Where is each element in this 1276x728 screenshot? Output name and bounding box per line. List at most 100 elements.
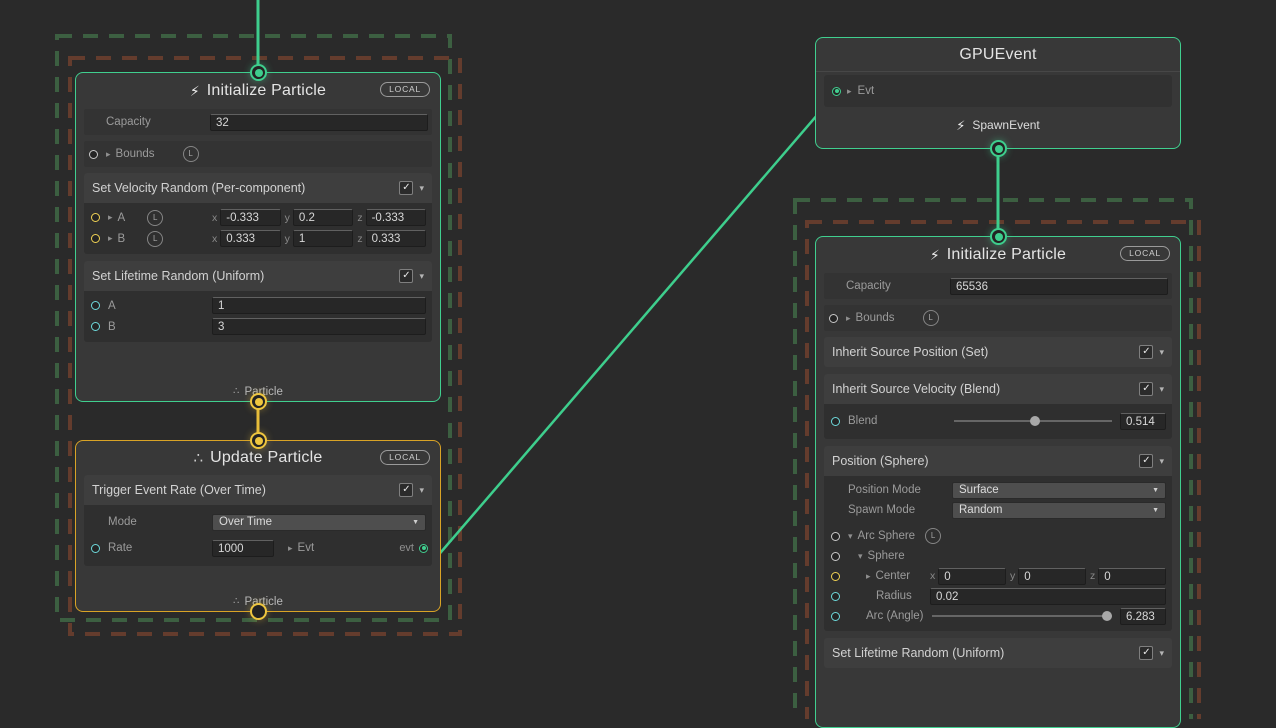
collapse-arrow-icon[interactable]: ▾	[848, 532, 853, 541]
sphere-port[interactable]	[831, 552, 840, 561]
slider-handle[interactable]	[1030, 416, 1040, 426]
enabled-checkbox[interactable]: ✓	[399, 269, 413, 283]
node-gpuevent[interactable]: GPUEvent ▸ Evt ⚡ SpawnEvent	[815, 37, 1181, 149]
chevron-down-icon[interactable]: ▾	[419, 184, 424, 193]
z-field[interactable]: 0	[1098, 568, 1166, 585]
chevron-down-icon[interactable]: ▾	[419, 486, 424, 495]
x-field[interactable]: -0.333	[220, 209, 280, 226]
float-port[interactable]	[831, 417, 840, 426]
chevron-down-icon[interactable]: ▾	[419, 272, 424, 281]
particle-output-port[interactable]	[250, 393, 267, 410]
chevron-down-icon[interactable]: ▾	[1159, 457, 1164, 466]
particle-output-port[interactable]	[250, 603, 267, 620]
arc-sphere-port[interactable]	[831, 532, 840, 541]
particle-input-port[interactable]	[250, 432, 267, 449]
spawn-mode-dropdown[interactable]: Random ▼	[952, 502, 1166, 519]
local-space-badge[interactable]: L	[147, 210, 163, 226]
spawn-mode-label: Spawn Mode	[848, 504, 952, 516]
float-port[interactable]	[91, 301, 100, 310]
local-badge: LOCAL	[380, 450, 430, 465]
expand-arrow-icon[interactable]: ▸	[288, 544, 293, 553]
chevron-down-icon[interactable]: ▾	[1159, 385, 1164, 394]
float-port[interactable]	[831, 612, 840, 621]
enabled-checkbox[interactable]: ✓	[399, 181, 413, 195]
radius-field[interactable]: 0.02	[930, 588, 1166, 605]
evt-input-port[interactable]	[832, 87, 841, 96]
position-mode-dropdown[interactable]: Surface ▼	[952, 482, 1166, 499]
y-field[interactable]: 1	[293, 230, 353, 247]
block-position-sphere[interactable]: Position (Sphere) ✓ ▾ Position Mode Surf…	[824, 446, 1172, 631]
vector3-port[interactable]	[91, 213, 100, 222]
block-set-lifetime-random[interactable]: Set Lifetime Random (Uniform) ✓ ▾	[824, 638, 1172, 668]
edge-evt-to-gpuevent[interactable]	[429, 92, 837, 566]
node-header[interactable]: GPUEvent	[816, 38, 1180, 72]
y-field[interactable]: 0.2	[293, 209, 353, 226]
z-field[interactable]: -0.333	[366, 209, 426, 226]
expand-arrow-icon[interactable]: ▸	[866, 572, 871, 581]
block-set-lifetime-random[interactable]: Set Lifetime Random (Uniform) ✓ ▾ A 1 B …	[84, 261, 432, 342]
value-field[interactable]: 3	[212, 318, 426, 335]
context-input-port[interactable]	[250, 64, 267, 81]
enabled-checkbox[interactable]: ✓	[1139, 646, 1153, 660]
node-content: ⚡ Initialize Particle LOCAL Capacity 32 …	[76, 73, 440, 401]
node-initialize-particle-right[interactable]: ⚡ Initialize Particle LOCAL Capacity 655…	[815, 236, 1181, 728]
local-space-badge[interactable]: L	[147, 231, 163, 247]
float-port[interactable]	[91, 322, 100, 331]
block-header[interactable]: Set Velocity Random (Per-component) ✓ ▾	[84, 173, 432, 203]
float-port[interactable]	[91, 544, 100, 553]
slider-handle[interactable]	[1102, 611, 1112, 621]
blend-field[interactable]: 0.514	[1120, 413, 1166, 430]
value-field[interactable]: 1	[212, 297, 426, 314]
capacity-field[interactable]: 32	[210, 114, 428, 131]
block-inherit-source-velocity[interactable]: Inherit Source Velocity (Blend) ✓ ▾ Blen…	[824, 374, 1172, 439]
expand-arrow-icon[interactable]: ▸	[108, 213, 113, 222]
y-field[interactable]: 0	[1018, 568, 1086, 585]
block-header[interactable]: Trigger Event Rate (Over Time) ✓ ▾	[84, 475, 432, 505]
mode-dropdown[interactable]: Over Time ▼	[212, 514, 426, 531]
rate-field[interactable]: 1000	[212, 540, 274, 557]
blend-slider[interactable]	[954, 416, 1112, 426]
x-field[interactable]: 0	[938, 568, 1006, 585]
collapse-arrow-icon[interactable]: ▾	[858, 552, 863, 561]
block-header[interactable]: Set Lifetime Random (Uniform) ✓ ▾	[84, 261, 432, 291]
expand-arrow-icon[interactable]: ▸	[106, 150, 111, 159]
enabled-checkbox[interactable]: ✓	[1139, 382, 1153, 396]
chevron-down-icon[interactable]: ▾	[1159, 649, 1164, 658]
block-trigger-event-rate[interactable]: Trigger Event Rate (Over Time) ✓ ▾ Mode …	[84, 475, 432, 566]
expand-arrow-icon[interactable]: ▸	[846, 314, 851, 323]
float-port[interactable]	[831, 592, 840, 601]
block-title: Set Lifetime Random (Uniform)	[92, 269, 264, 283]
blend-row: Blend 0.514	[826, 408, 1170, 434]
enabled-checkbox[interactable]: ✓	[399, 483, 413, 497]
local-space-badge[interactable]: L	[923, 310, 939, 326]
x-field[interactable]: 0.333	[220, 230, 280, 247]
bounds-port[interactable]	[89, 150, 98, 159]
arc-angle-field[interactable]: 6.283	[1120, 608, 1166, 625]
node-update-particle[interactable]: ∴ Update Particle LOCAL Trigger Event Ra…	[75, 440, 441, 612]
spawn-mode-value: Random	[959, 504, 1002, 516]
expand-arrow-icon[interactable]: ▸	[108, 234, 113, 243]
bounds-port[interactable]	[829, 314, 838, 323]
capacity-field[interactable]: 65536	[950, 278, 1168, 295]
spawnevent-output-port[interactable]	[990, 140, 1007, 157]
vector3-port[interactable]	[91, 234, 100, 243]
local-space-badge[interactable]: L	[925, 528, 941, 544]
block-header[interactable]: Position (Sphere) ✓ ▾	[824, 446, 1172, 476]
z-field[interactable]: 0.333	[366, 230, 426, 247]
expand-arrow-icon[interactable]: ▸	[847, 87, 852, 96]
evt-output-port[interactable]	[419, 544, 428, 553]
local-space-badge[interactable]: L	[183, 146, 199, 162]
chevron-down-icon[interactable]: ▾	[1159, 348, 1164, 357]
node-initialize-particle-left[interactable]: ⚡ Initialize Particle LOCAL Capacity 32 …	[75, 72, 441, 402]
arc-angle-slider[interactable]	[932, 611, 1112, 621]
vector3-port[interactable]	[831, 572, 840, 581]
block-set-velocity-random[interactable]: Set Velocity Random (Per-component) ✓ ▾ …	[84, 173, 432, 254]
enabled-checkbox[interactable]: ✓	[1139, 345, 1153, 359]
block-header[interactable]: Inherit Source Velocity (Blend) ✓ ▾	[824, 374, 1172, 404]
context-input-port[interactable]	[990, 228, 1007, 245]
enabled-checkbox[interactable]: ✓	[1139, 454, 1153, 468]
block-header[interactable]: Set Lifetime Random (Uniform) ✓ ▾	[824, 638, 1172, 668]
axis-x-label: x	[212, 212, 217, 224]
block-header[interactable]: Inherit Source Position (Set) ✓ ▾	[824, 337, 1172, 367]
block-inherit-source-position[interactable]: Inherit Source Position (Set) ✓ ▾	[824, 337, 1172, 367]
